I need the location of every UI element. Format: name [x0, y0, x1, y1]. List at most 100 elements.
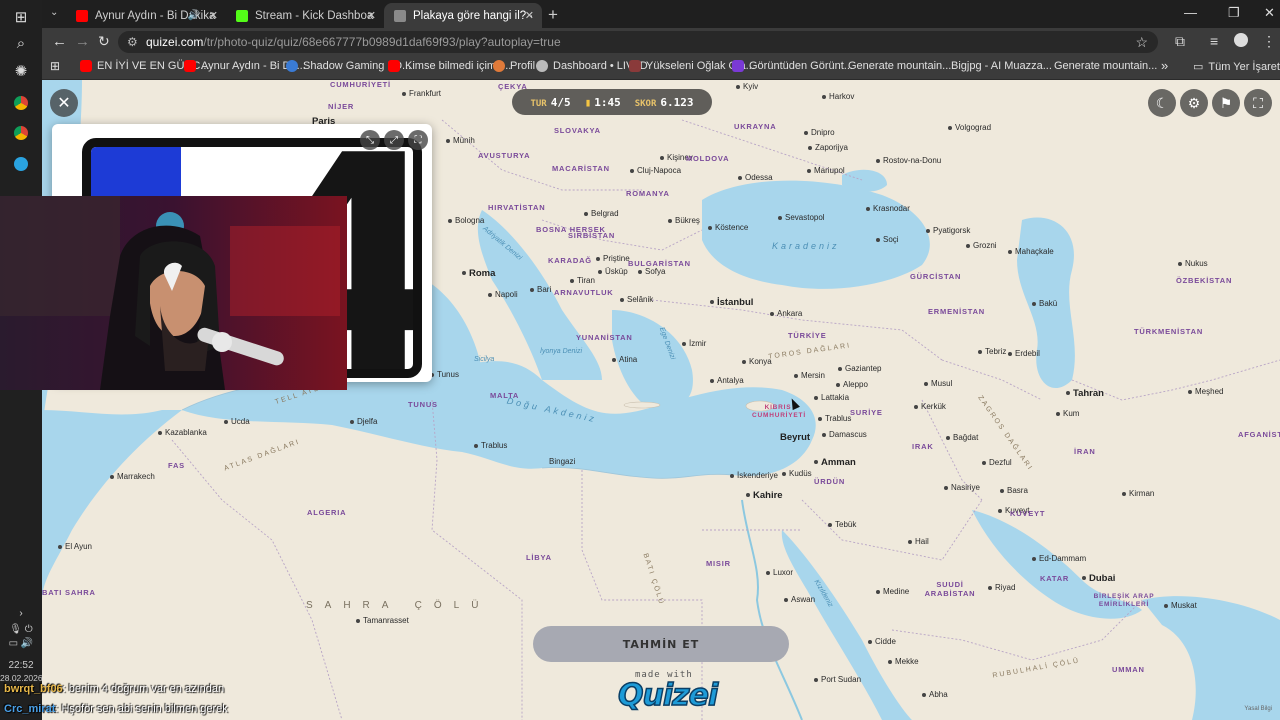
- webcam-overlay: [0, 196, 347, 390]
- legal-link[interactable]: Yasal Bilgi: [1244, 706, 1272, 712]
- chrome-icon[interactable]: [6, 90, 36, 116]
- fullscreen-image-icon[interactable]: ⛶: [408, 130, 428, 150]
- map-label: ÜRDÜN: [814, 477, 846, 486]
- telegram-icon[interactable]: [6, 151, 36, 177]
- map-label: Pyatigorsk: [926, 226, 970, 235]
- guess-button[interactable]: TAHMİN ET: [533, 626, 789, 662]
- chevron-right-icon[interactable]: ›: [6, 600, 36, 626]
- apps-grid-icon[interactable]: ⊞: [50, 59, 60, 73]
- map-label: İstanbul: [710, 297, 753, 308]
- map-label: BULGARİSTAN: [628, 259, 691, 268]
- report-flag-icon[interactable]: ⚑: [1212, 89, 1240, 117]
- tab-youtube[interactable]: Aynur Aydın - Bi Dakika - S 🔊 ✕: [66, 3, 226, 28]
- close-quiz-button[interactable]: ✕: [50, 89, 78, 117]
- map-label: TUNUS: [408, 400, 438, 409]
- windows-start-icon[interactable]: ⊞: [6, 4, 36, 30]
- tab-kick[interactable]: Stream - Kick Dashboard ✕: [226, 3, 384, 28]
- map-label: Dezful: [982, 458, 1012, 467]
- new-tab-button[interactable]: +: [548, 5, 558, 25]
- bookmarks-bar: ⊞ EN İYİ VE EN GÜNC... Aynur Aydın - Bi …: [42, 56, 1280, 80]
- tab-title: Plakaya göre hangi il? - Quizei: [413, 9, 532, 22]
- map-label: Tebük: [828, 520, 856, 529]
- chat-message: bwrqt_bf06: benim 4 doğrum var en azında…: [4, 683, 224, 695]
- media-icon[interactable]: ≡: [1210, 33, 1218, 49]
- url-field[interactable]: ⚙ quizei.com/tr/photo-quiz/quiz/68e66777…: [118, 31, 1158, 53]
- map-label: Sofya: [638, 267, 665, 276]
- clock-date[interactable]: 28.02.2026: [0, 673, 43, 683]
- map-label: ERMENİSTAN: [928, 307, 986, 316]
- bookmark-item[interactable]: Profil: [493, 60, 535, 72]
- back-button[interactable]: ←: [52, 33, 67, 50]
- expand-icon[interactable]: ⤢: [384, 130, 404, 150]
- bookmark-label: Bigjpg - AI Muazza...: [951, 60, 1052, 72]
- maximize-button[interactable]: ❐: [1228, 5, 1240, 21]
- map-label: Amman: [814, 457, 856, 468]
- menu-icon[interactable]: ⋮: [1262, 33, 1276, 50]
- map-label: Münih: [446, 136, 475, 145]
- window-close-button[interactable]: ✕: [1264, 5, 1275, 21]
- tray-icons[interactable]: 🎙 ⏻: [0, 624, 42, 635]
- tab-quizei[interactable]: Plakaya göre hangi il? - Quizei ✕: [384, 3, 542, 28]
- quizei-favicon: [394, 9, 406, 22]
- map-label: Kudüs: [782, 469, 812, 478]
- tab-search-icon[interactable]: ⌄: [50, 7, 58, 18]
- map-label: Konya: [742, 357, 772, 366]
- map-label: Aleppo: [836, 380, 868, 389]
- search-icon[interactable]: ⌕: [6, 30, 36, 56]
- map-label: Muskat: [1164, 601, 1197, 610]
- quizei-logo[interactable]: Quizei: [617, 677, 719, 714]
- reload-button[interactable]: ↻: [98, 33, 110, 50]
- chatgpt-icon[interactable]: ✺: [6, 58, 36, 84]
- shadow-gaming-icon: [286, 60, 298, 72]
- dark-mode-icon[interactable]: ☾: [1148, 89, 1176, 117]
- profile-avatar[interactable]: [1234, 33, 1248, 50]
- map-label: BİRLEŞİK ARAP EMİRLİKLERİ: [1093, 593, 1155, 608]
- quiz-map[interactable]: Paris Frankfurt NİJER Münih Kyiv Harkov …: [42, 80, 1280, 720]
- speaker-icon[interactable]: 🔊: [188, 10, 200, 21]
- timer: ▮ 1:45: [585, 96, 621, 109]
- map-label: Gaziantep: [838, 364, 881, 373]
- quiz-status-bar: TUR 4/5 ▮ 1:45 SKOR 6.123: [512, 89, 712, 115]
- clock-time[interactable]: 22:52: [0, 660, 42, 671]
- score-indicator: SKOR 6.123: [635, 96, 694, 109]
- site-info-icon[interactable]: ⚙: [127, 31, 138, 53]
- bookmark-item[interactable]: Bigjpg - AI Muazza...: [951, 60, 1052, 72]
- map-label: Beyrut: [780, 432, 811, 443]
- close-icon[interactable]: ✕: [209, 9, 218, 22]
- map-label: Cidde: [868, 637, 896, 646]
- youtube-icon: [388, 60, 400, 72]
- fullscreen-icon[interactable]: ⛶: [1244, 89, 1272, 117]
- map-label: LİBYA: [526, 553, 552, 562]
- map-label: MISIR: [706, 559, 731, 568]
- kick-icon: [236, 9, 248, 22]
- shrink-icon[interactable]: ⤡: [360, 130, 380, 150]
- map-label: Marrakech: [110, 472, 155, 481]
- map-label: Köstence: [708, 223, 748, 232]
- map-label: Sicilya: [474, 356, 495, 363]
- bookmark-item[interactable]: Görüntüden Görünt...: [732, 60, 853, 72]
- youtube-icon: [80, 60, 92, 72]
- forward-button[interactable]: →: [75, 33, 90, 50]
- map-label: Sevastopol: [778, 213, 825, 222]
- settings-gear-icon[interactable]: ⚙: [1180, 89, 1208, 117]
- bookmark-item[interactable]: Generate mountain...: [848, 60, 951, 72]
- close-icon[interactable]: ✕: [367, 9, 376, 22]
- bookmark-item[interactable]: Generate mountain...: [1054, 60, 1157, 72]
- minimize-button[interactable]: —: [1184, 5, 1197, 20]
- extensions-icon[interactable]: ⧉: [1175, 33, 1185, 50]
- chrome-active-icon[interactable]: [6, 120, 36, 146]
- all-bookmarks-button[interactable]: ▭ Tüm Yer İşaretleri: [1193, 60, 1280, 74]
- bookmark-label: Generate mountain...: [848, 60, 952, 72]
- close-icon[interactable]: ✕: [525, 9, 534, 22]
- map-label: Ankara: [770, 309, 802, 318]
- map-label: Bağdat: [946, 433, 978, 442]
- map-label: TÜRKİYE: [788, 331, 827, 340]
- map-label: Odessa: [738, 173, 773, 182]
- tab-bar: ⌄ Aynur Aydın - Bi Dakika - S 🔊 ✕ Stream…: [42, 0, 1280, 28]
- bookmarks-overflow-button[interactable]: »: [1161, 58, 1168, 73]
- map-label: Ed-Dammam: [1032, 554, 1086, 563]
- map-label: Basra: [1000, 486, 1028, 495]
- tray-icons-2[interactable]: ▭ 🔊: [0, 638, 42, 649]
- chat-username: Crc_mirat: [4, 703, 56, 715]
- bookmark-star-icon[interactable]: ☆: [1135, 31, 1148, 53]
